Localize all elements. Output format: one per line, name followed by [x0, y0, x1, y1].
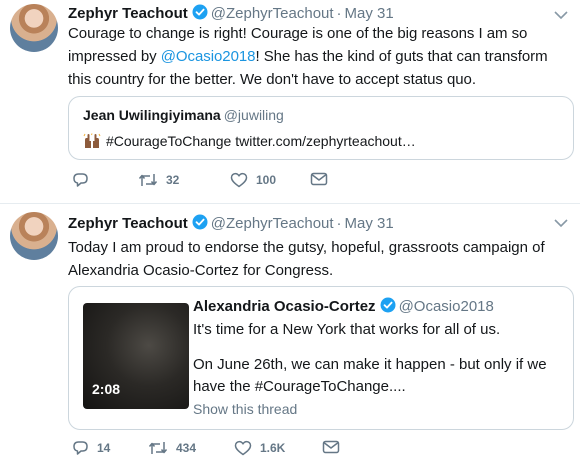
quoted-author-handle: @Ocasio2018: [398, 298, 494, 315]
quoted-text-line-2: On June 26th, we can make it happen - bu…: [193, 356, 547, 395]
reply-icon: [73, 173, 88, 187]
retweet-count: 32: [166, 173, 180, 187]
raised-hands-emoji: [83, 133, 101, 148]
caret-down-icon[interactable]: [554, 10, 568, 20]
tweet-date[interactable]: May 31: [345, 5, 394, 22]
show-thread-link[interactable]: Show this thread: [193, 401, 297, 417]
reply-button[interactable]: 14: [72, 440, 110, 456]
quoted-tweet[interactable]: Jean Uwilingiyimana @juwiling #CourageToC…: [68, 96, 574, 160]
message-icon: [310, 172, 328, 186]
like-button[interactable]: 100: [230, 172, 276, 188]
quoted-text-line-1: It's time for a New York that works for …: [193, 321, 501, 338]
mention-link[interactable]: @Ocasio2018: [161, 48, 256, 65]
quoted-text: It's time for a New York that works for …: [193, 319, 553, 398]
author-avatar[interactable]: [10, 4, 58, 52]
quoted-author-handle: @juwiling: [223, 107, 284, 123]
author-handle[interactable]: @ZephyrTeachout: [211, 215, 334, 232]
author-handle[interactable]: @ZephyrTeachout: [211, 5, 334, 22]
retweet-button[interactable]: 434: [148, 440, 196, 456]
author-avatar[interactable]: [10, 212, 58, 260]
video-thumbnail[interactable]: 2:08: [83, 303, 189, 409]
like-icon: [234, 440, 252, 456]
verified-badge-icon: [192, 4, 208, 20]
retweet-icon: [138, 174, 158, 186]
tweet-header: Zephyr Teachout @ZephyrTeachout · May 31: [68, 214, 394, 233]
retweet-button[interactable]: 32: [138, 172, 179, 188]
reply-icon: [73, 441, 88, 455]
tweet-header: Zephyr Teachout @ZephyrTeachout · May 31: [68, 4, 394, 23]
like-count: 1.6K: [260, 441, 286, 455]
tweet-2[interactable]: Zephyr Teachout @ZephyrTeachout · May 31 To…: [0, 204, 580, 473]
direct-message-button[interactable]: [310, 172, 328, 186]
quoted-header: Alexandria Ocasio-Cortez @Ocasio2018: [193, 297, 494, 315]
quoted-author-name: Alexandria Ocasio-Cortez: [193, 298, 376, 315]
message-icon: [322, 440, 340, 454]
header-separator: ·: [336, 5, 342, 22]
verified-badge-icon: [380, 297, 396, 313]
header-separator: ·: [336, 215, 342, 232]
author-name[interactable]: Zephyr Teachout: [68, 215, 188, 232]
quoted-text: #CourageToChange twitter.com/zephyrteach…: [106, 133, 416, 149]
tweet-date[interactable]: May 31: [345, 215, 394, 232]
tweet-text: Today I am proud to endorse the gutsy, h…: [68, 239, 545, 279]
author-name[interactable]: Zephyr Teachout: [68, 5, 188, 22]
video-duration: 2:08: [92, 381, 121, 397]
tweet-1[interactable]: Zephyr Teachout @ZephyrTeachout · May 31 Co…: [0, 0, 580, 204]
verified-badge-icon: [192, 214, 208, 230]
quoted-author-name: Jean Uwilingiyimana: [83, 107, 221, 123]
quoted-header: Jean Uwilingiyimana @juwiling: [83, 107, 284, 123]
like-button[interactable]: 1.6K: [234, 440, 285, 456]
quoted-text-line: #CourageToChange twitter.com/zephyrteach…: [83, 133, 416, 149]
tweet-text: Courage to change is right! Courage is o…: [68, 22, 574, 91]
reply-count: 14: [97, 441, 111, 455]
reply-button[interactable]: [72, 172, 97, 188]
like-count: 100: [256, 173, 277, 187]
like-icon: [230, 172, 248, 188]
caret-down-icon[interactable]: [554, 218, 568, 228]
quoted-tweet[interactable]: 2:08 Alexandria Ocasio-Cortez @Ocasio2018…: [68, 286, 574, 430]
retweet-icon: [148, 442, 168, 454]
retweet-count: 434: [176, 441, 197, 455]
direct-message-button[interactable]: [322, 440, 340, 454]
